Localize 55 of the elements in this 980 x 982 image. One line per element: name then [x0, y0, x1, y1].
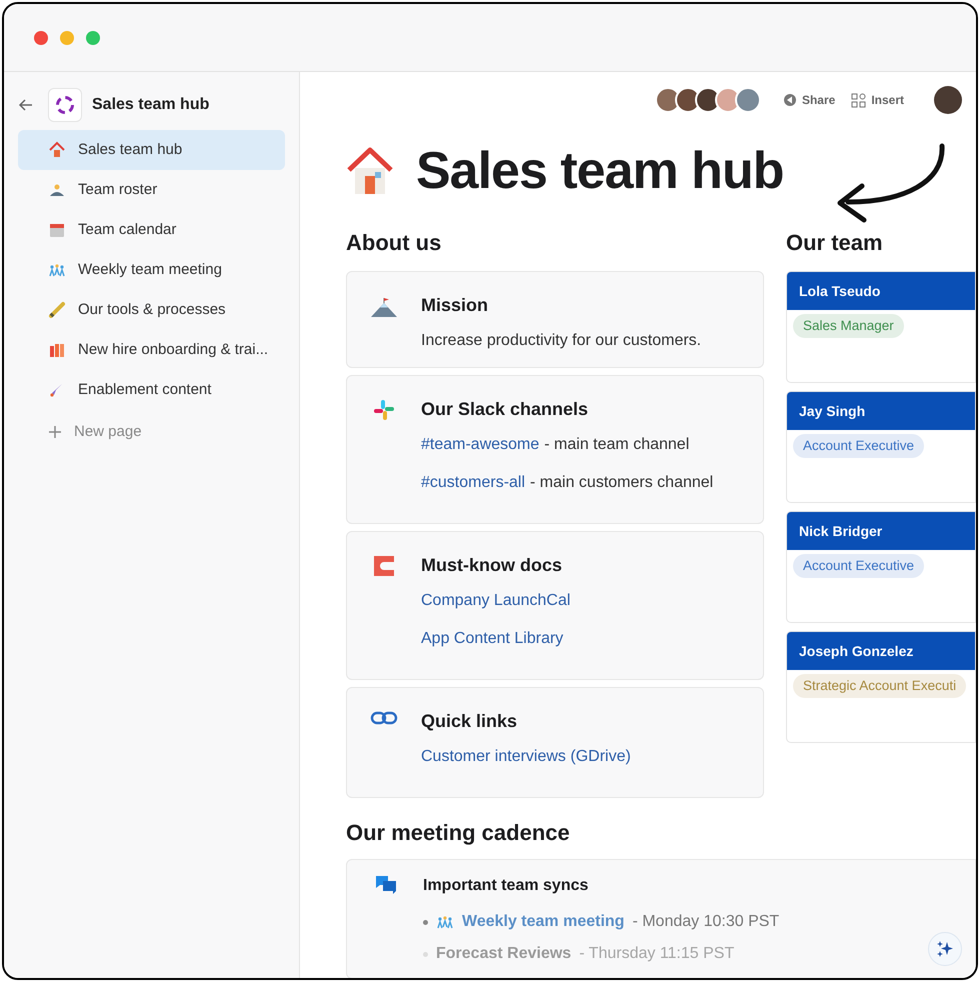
link[interactable]: App Content Library [421, 627, 564, 651]
card-title: Important team syncs [423, 876, 590, 896]
share-button[interactable]: Share [782, 91, 836, 109]
team-member-name: Joseph Gonzelez [787, 632, 975, 670]
team-member-name: Lola Tseudo [787, 272, 975, 310]
calendar-icon [48, 221, 66, 239]
insert-button[interactable]: Insert [851, 91, 904, 109]
link[interactable]: #team-awesome [421, 433, 540, 457]
section-heading: Our team [786, 229, 884, 257]
link[interactable]: Company LaunchCal [421, 589, 570, 613]
link-description: - main team channel [544, 435, 690, 455]
bars-icon [48, 341, 66, 359]
card-title: Mission [421, 294, 490, 317]
chat-bubbles-icon [375, 874, 397, 896]
section-heading: About us [346, 229, 442, 257]
bullet [423, 952, 428, 956]
card-title: Quick links [421, 710, 518, 733]
house-icon [346, 146, 394, 196]
section-heading: Our meeting cadence [346, 819, 571, 847]
bullet [423, 920, 428, 924]
sidebar-item[interactable]: Team roster [18, 170, 285, 210]
link[interactable]: Customer interviews (GDrive) [421, 745, 631, 769]
sidebar-item[interactable]: Enablement content [18, 370, 285, 410]
sparkle-icon [936, 940, 954, 958]
user-avatar[interactable] [934, 86, 962, 114]
team-member-name: Nick Bridger [787, 512, 975, 550]
plus-icon [48, 425, 62, 439]
grid-icon [851, 92, 866, 108]
card-title: Must-know docs [421, 554, 564, 577]
meeting-time: - Thursday 11:15 PST [579, 944, 734, 964]
role-tag: Account Executive [793, 434, 924, 458]
sidebar-item[interactable]: Our tools & processes [18, 290, 285, 330]
link[interactable]: #customers-all [421, 471, 526, 495]
hash-grid-icon [372, 398, 396, 422]
back-arrow-icon[interactable] [18, 97, 34, 113]
sidebar-item[interactable]: New hire onboarding & trai... [18, 330, 285, 370]
card-title: Our Slack channels [421, 398, 590, 421]
role-tag: Account Executive [793, 554, 924, 578]
meeting-time: - Monday 10:30 PST [632, 912, 780, 932]
sidebar-title: Sales team hub [92, 95, 210, 115]
house-icon [48, 141, 66, 159]
team-member-name: Jay Singh [787, 392, 975, 430]
role-tag: Strategic Account Executi [793, 674, 966, 698]
card-text: Increase productivity for our customers. [421, 331, 702, 351]
role-tag: Sales Manager [793, 314, 904, 338]
link[interactable]: Weekly team meeting [462, 910, 624, 934]
new-page-button[interactable]: New page [18, 410, 285, 454]
link-icon [370, 710, 398, 726]
page-title: Sales team hub [416, 141, 784, 202]
hub-logo-icon [48, 88, 82, 122]
link-description: - main customers channel [530, 473, 714, 493]
sidebar-item[interactable]: Team calendar [18, 210, 285, 250]
sidebar-item[interactable]: Weekly team meeting [18, 250, 285, 290]
close-button[interactable] [34, 30, 48, 44]
sidebar-item[interactable]: Sales team hub [18, 130, 285, 170]
